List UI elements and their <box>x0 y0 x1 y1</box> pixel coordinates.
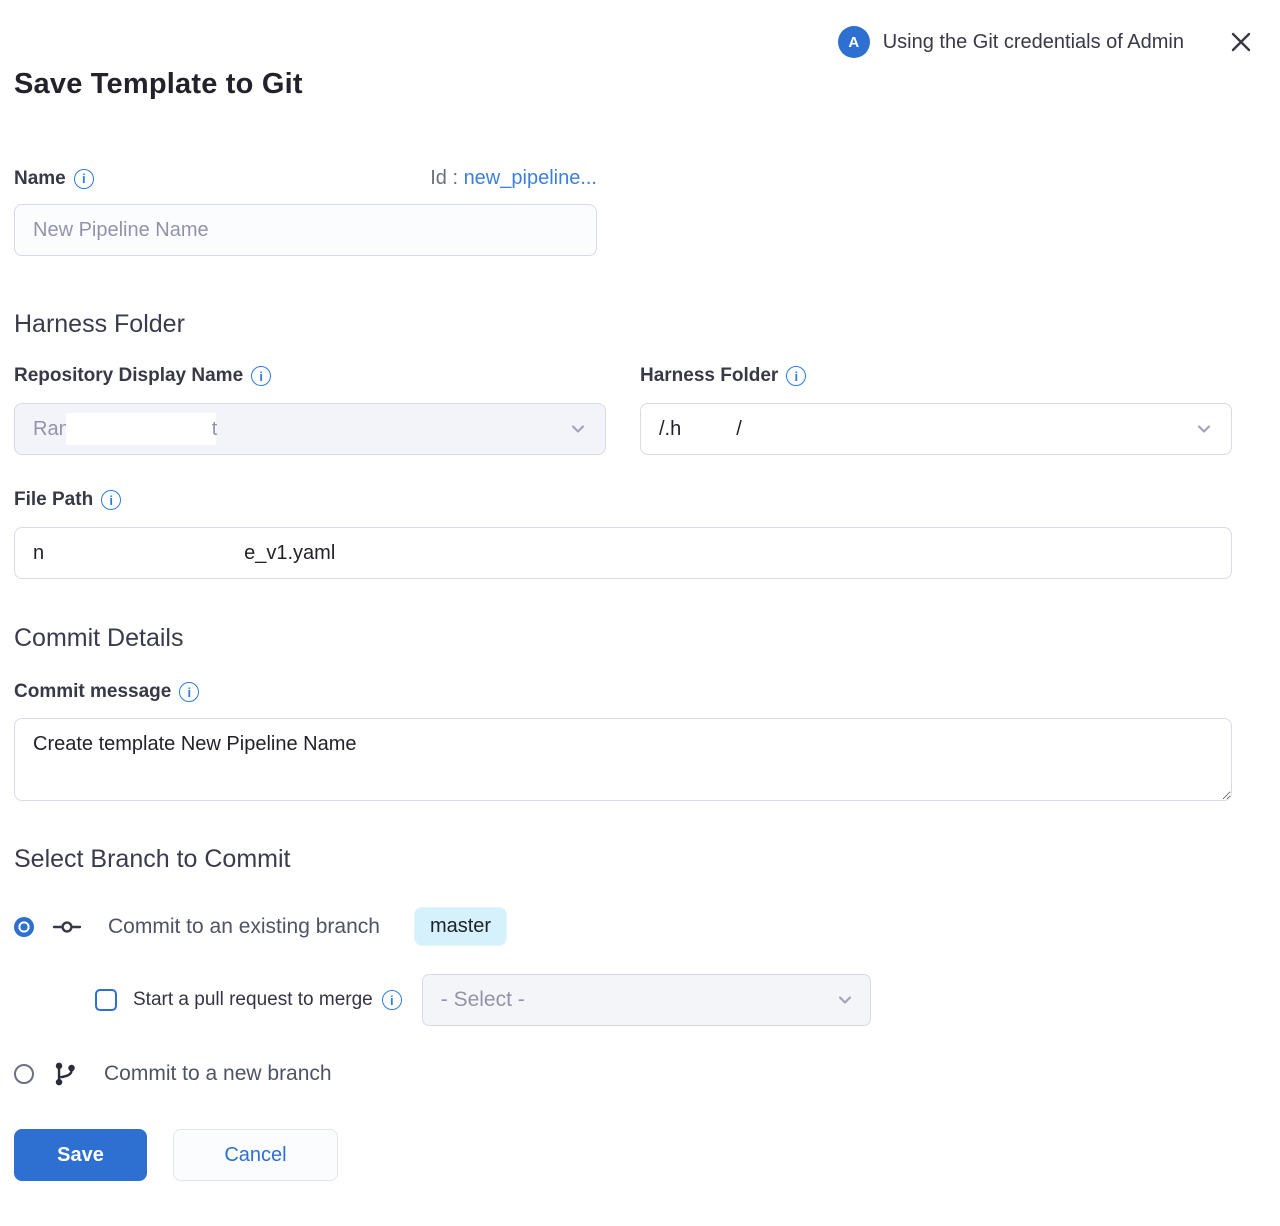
info-icon[interactable] <box>74 169 94 189</box>
harness-folder-label-group: Harness Folder <box>640 365 806 387</box>
redaction-block <box>66 413 216 445</box>
harness-folder-heading: Harness Folder <box>14 310 1280 339</box>
info-icon[interactable] <box>251 366 271 386</box>
git-commit-icon <box>52 915 82 939</box>
info-icon[interactable] <box>786 366 806 386</box>
repository-value-end: t <box>212 418 218 441</box>
existing-branch-option: Commit to an existing branch master <box>14 907 1280 946</box>
pull-request-label: Start a pull request to merge <box>133 989 373 1011</box>
git-credentials-info: A Using the Git credentials of Admin <box>838 26 1184 58</box>
name-label: Name <box>14 168 66 190</box>
commit-message-label: Commit message <box>14 681 171 703</box>
info-icon[interactable] <box>179 682 199 702</box>
template-id: Id : new_pipeline... <box>430 167 597 190</box>
info-icon[interactable] <box>101 490 121 510</box>
file-path-label-group: File Path <box>14 489 121 511</box>
git-branch-icon <box>52 1061 78 1087</box>
name-input[interactable] <box>14 204 597 256</box>
pull-request-row: Start a pull request to merge - Select - <box>95 974 1280 1026</box>
dialog-topbar: A Using the Git credentials of Admin <box>14 0 1280 58</box>
folder-value-end: / <box>736 418 742 441</box>
action-buttons: Save Cancel <box>14 1129 1280 1181</box>
select-branch-heading: Select Branch to Commit <box>14 845 1280 874</box>
target-branch-select[interactable]: - Select - <box>422 974 871 1026</box>
radio-existing-branch[interactable] <box>14 917 34 937</box>
target-branch-placeholder: - Select - <box>441 988 834 1012</box>
redaction-gap <box>681 429 736 430</box>
commit-message-label-group: Commit message <box>14 681 199 703</box>
avatar: A <box>838 26 870 58</box>
branch-badge-master: master <box>414 907 507 946</box>
file-path-value-end: e_v1.yaml <box>244 542 335 565</box>
chevron-down-icon <box>1193 418 1215 440</box>
existing-branch-label: Commit to an existing branch <box>108 915 380 939</box>
repository-select[interactable]: Ran t <box>14 403 606 455</box>
close-icon <box>1230 31 1252 53</box>
harness-folder-select[interactable]: /.h / <box>640 403 1232 455</box>
repo-folder-row: Repository Display Name Ran t Harness Fo… <box>14 365 1280 455</box>
harness-folder-label: Harness Folder <box>640 365 778 387</box>
info-icon[interactable] <box>382 990 402 1010</box>
close-button[interactable] <box>1228 29 1254 55</box>
page-title: Save Template to Git <box>14 68 1280 101</box>
repository-label: Repository Display Name <box>14 365 243 387</box>
repository-label-group: Repository Display Name <box>14 365 271 387</box>
template-id-prefix: Id : <box>430 167 458 189</box>
pull-request-label-group: Start a pull request to merge <box>133 989 402 1011</box>
pull-request-checkbox[interactable] <box>95 989 117 1011</box>
new-branch-option: Commit to a new branch <box>14 1061 1280 1087</box>
harness-folder-column: Harness Folder /.h / <box>640 365 1232 455</box>
repository-value-start: Ran <box>33 418 70 441</box>
name-label-group: Name <box>14 168 94 190</box>
save-button[interactable]: Save <box>14 1129 147 1181</box>
radio-new-branch[interactable] <box>14 1064 34 1084</box>
credentials-text: Using the Git credentials of Admin <box>883 31 1184 54</box>
redaction-gap <box>44 553 244 554</box>
file-path-value-start: n <box>33 542 44 565</box>
template-id-link[interactable]: new_pipeline... <box>464 167 597 189</box>
file-path-input[interactable]: n e_v1.yaml <box>14 527 1232 579</box>
cancel-button[interactable]: Cancel <box>173 1129 338 1181</box>
commit-message-textarea[interactable]: Create template New Pipeline Name <box>14 718 1232 801</box>
commit-details-heading: Commit Details <box>14 624 1280 653</box>
new-branch-label: Commit to a new branch <box>104 1062 332 1086</box>
file-path-label: File Path <box>14 489 93 511</box>
save-template-dialog: A Using the Git credentials of Admin Sav… <box>0 0 1280 1221</box>
chevron-down-icon <box>834 989 856 1011</box>
name-field-header: Name Id : new_pipeline... <box>14 167 597 190</box>
folder-value-start: /.h <box>659 418 681 441</box>
repository-column: Repository Display Name Ran t <box>14 365 606 455</box>
chevron-down-icon <box>567 418 589 440</box>
